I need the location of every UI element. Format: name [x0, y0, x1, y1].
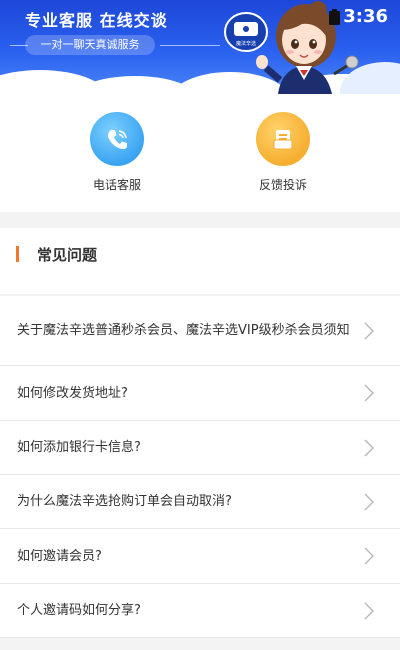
status-time: 3:36 — [343, 6, 388, 27]
battery-icon — [329, 9, 340, 25]
faq-item[interactable]: 如何邀请会员? — [0, 529, 400, 584]
header-banner: 专业客服 在线交谈 一对一聊天真诚服务 魔法辛选 3:36 — [0, 0, 400, 94]
faq-item[interactable]: 关于魔法辛选普通秒杀会员、魔法辛选VIP级秒杀会员须知 — [0, 296, 400, 366]
banner-title: 专业客服 在线交谈 — [25, 11, 168, 30]
faq-title: 常见问题 — [37, 246, 98, 264]
faq-item[interactable]: 如何修改发货地址? — [0, 366, 400, 421]
badge-text: 魔法辛选 — [236, 40, 256, 47]
chevron-right-icon — [364, 493, 374, 510]
faq-question: 个人邀请码如何分享? — [17, 603, 141, 618]
banner-decor-line — [160, 45, 220, 46]
section-accent-bar — [16, 246, 19, 262]
chevron-right-icon — [364, 439, 374, 456]
feedback-icon — [273, 130, 293, 150]
feedback-button[interactable]: 反馈投诉 — [233, 112, 333, 193]
phone-service-label: 电话客服 — [92, 178, 141, 192]
chevron-right-icon — [364, 322, 374, 339]
feedback-label: 反馈投诉 — [258, 178, 307, 192]
phone-service-button[interactable]: 电话客服 — [67, 112, 167, 193]
faq-question: 为什么魔法辛选抢购订单会自动取消? — [17, 494, 232, 509]
faq-list: 关于魔法辛选普通秒杀会员、魔法辛选VIP级秒杀会员须知 如何修改发货地址? 如何… — [0, 296, 400, 638]
faq-item[interactable]: 个人邀请码如何分享? — [0, 584, 400, 638]
faq-section-header: 常见问题 — [0, 228, 400, 294]
service-panel: 电话客服 反馈投诉 — [0, 94, 400, 212]
phone-icon-circle — [90, 112, 144, 166]
phone-icon — [108, 130, 127, 149]
faq-item[interactable]: 如何添加银行卡信息? — [0, 421, 400, 475]
faq-question: 如何修改发货地址? — [17, 385, 128, 401]
faq-question: 关于魔法辛选普通秒杀会员、魔法辛选VIP级秒杀会员须知 — [17, 323, 350, 338]
feedback-icon-circle — [256, 112, 310, 166]
chevron-right-icon — [364, 602, 374, 619]
chevron-right-icon — [364, 547, 374, 565]
banner-subtitle: 一对一聊天真诚服务 — [25, 35, 155, 55]
chevron-right-icon — [364, 384, 374, 402]
faq-question: 如何邀请会员? — [17, 548, 102, 564]
faq-question: 如何添加银行卡信息? — [17, 440, 141, 455]
faq-item[interactable]: 为什么魔法辛选抢购订单会自动取消? — [0, 475, 400, 529]
